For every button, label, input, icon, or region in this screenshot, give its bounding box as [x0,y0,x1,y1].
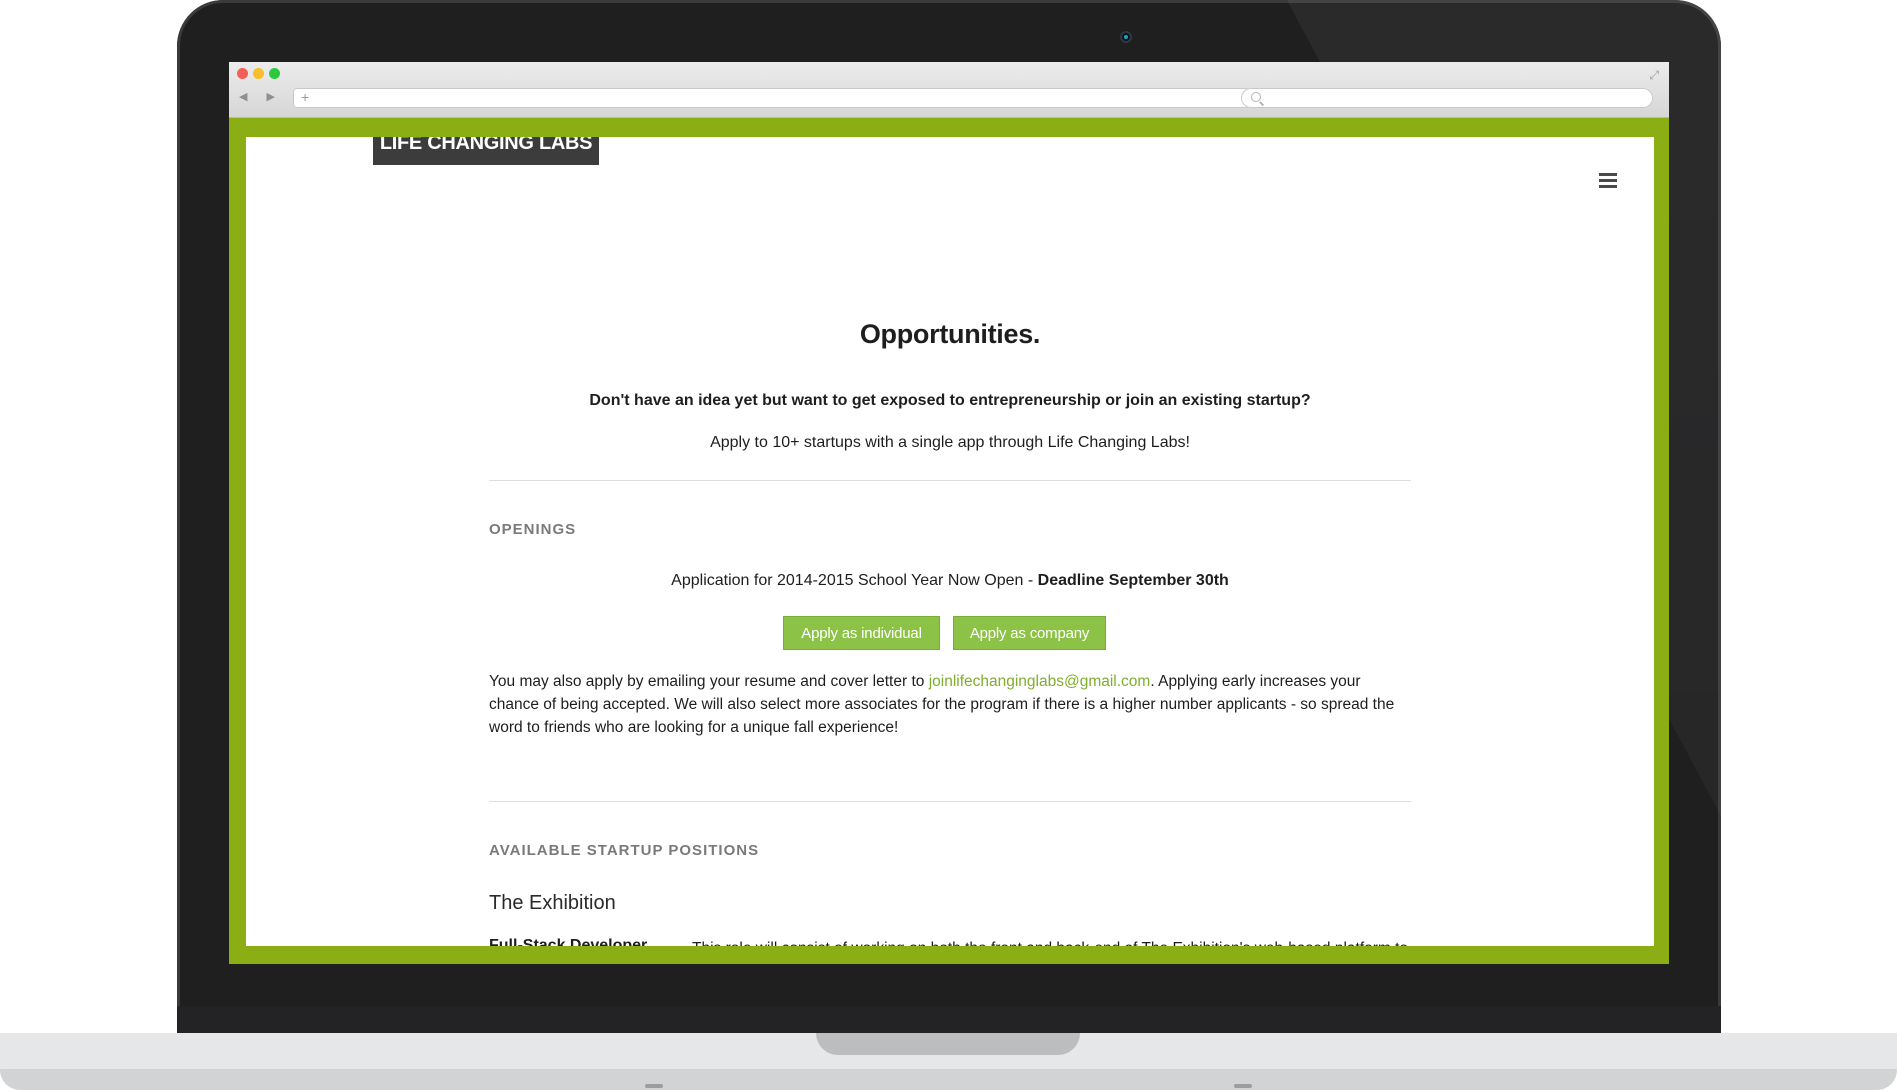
application-text: Application for 2014-2015 School Year No… [671,572,1038,589]
maximize-window-button[interactable] [269,68,280,79]
browser-search-bar[interactable] [1241,88,1653,108]
laptop-foot [1234,1084,1252,1088]
deadline-text: Deadline September 30th [1037,572,1229,589]
web-page: LIFE CHANGING LABS Opportunities. Don't … [246,137,1654,946]
email-apply-paragraph: You may also apply by emailing your resu… [489,670,1411,739]
position-title: Full-Stack Developer [489,937,648,946]
site-logo[interactable]: LIFE CHANGING LABS [373,137,599,165]
company-name: The Exhibition [489,892,616,914]
para-text-before: You may also apply by emailing your resu… [489,673,929,690]
webcam-icon [1120,31,1132,43]
laptop-notch [816,1033,1080,1055]
plus-icon[interactable]: + [301,89,309,105]
page-title: Opportunities. [859,319,1041,349]
hamburger-icon[interactable] [1599,173,1617,189]
positions-heading: AVAILABLE STARTUP POSITIONS [489,842,760,859]
close-window-button[interactable] [237,68,248,79]
intro-question: Don't have an idea yet but want to get e… [589,392,1311,409]
intro-subtitle: Apply to 10+ startups with a single app … [710,434,1190,451]
screen: ◀ ▶ + ⤢ LIFE CHANGING LABS Opportunities… [229,62,1669,964]
back-forward-arrows-icon[interactable]: ◀ ▶ [239,90,283,103]
application-notice: Application for 2014-2015 School Year No… [489,572,1411,590]
address-bar[interactable]: + [293,88,1251,108]
apply-individual-button[interactable]: Apply as individual [783,616,940,650]
minimize-window-button[interactable] [253,68,264,79]
browser-chrome: ◀ ▶ + ⤢ [229,62,1669,118]
email-link[interactable]: joinlifechanginglabs@gmail.com [929,673,1151,690]
laptop-foot [645,1084,663,1088]
section-divider [489,801,1411,802]
apply-company-button[interactable]: Apply as company [953,616,1106,650]
position-description: This role will consist of working on bot… [692,937,1414,946]
fullscreen-icon[interactable]: ⤢ [1649,68,1659,83]
section-divider [489,480,1411,481]
openings-heading: OPENINGS [489,521,577,538]
search-icon [1251,92,1261,102]
